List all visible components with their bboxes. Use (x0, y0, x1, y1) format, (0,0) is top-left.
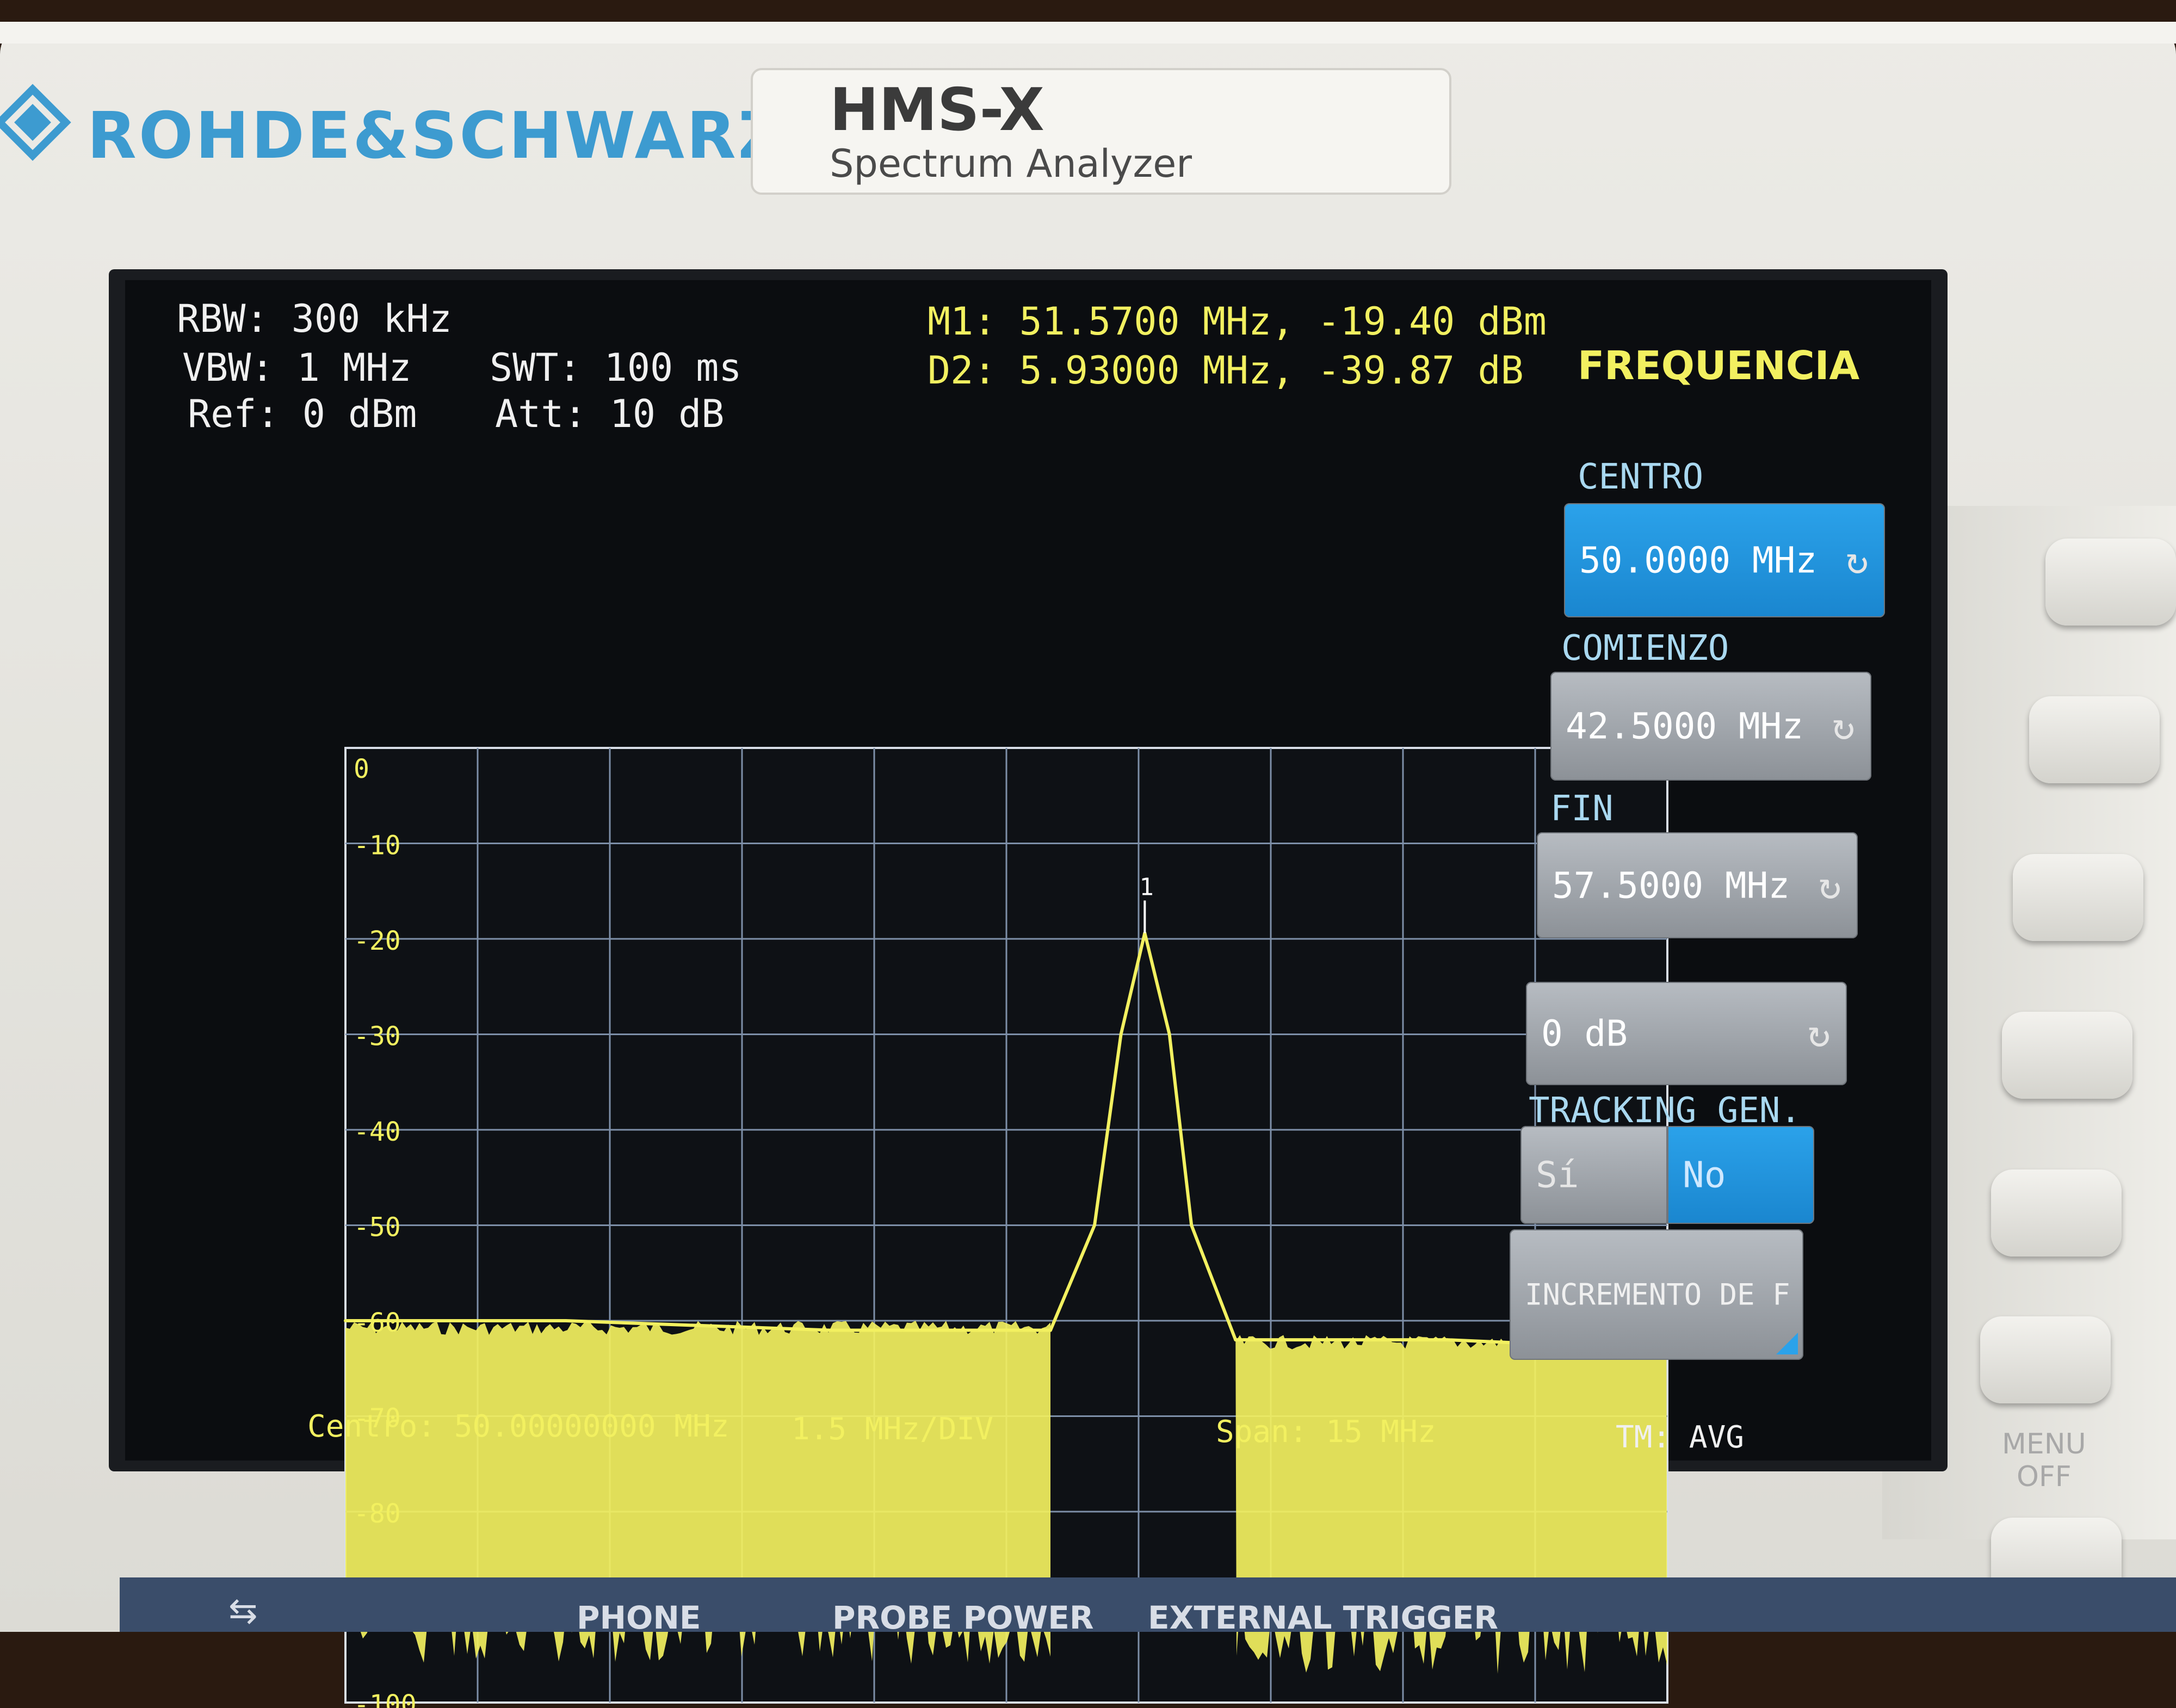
hardware-softkey-2[interactable] (2029, 696, 2160, 783)
stop-label: FIN (1550, 789, 1614, 829)
y-tick-label: -40 (354, 1117, 401, 1147)
menu-off-label: MENU OFF (2002, 1428, 2086, 1493)
offset-softkey[interactable]: 0 dB ↻ (1526, 982, 1847, 1085)
trace-point (1445, 1338, 1449, 1342)
rbw-readout: RBW: 300 kHz (177, 296, 452, 341)
trace-mode-footer: TM: AVG (1616, 1420, 1745, 1455)
hardware-softkey-6[interactable] (1980, 1316, 2111, 1403)
brand-name: ROHDE&SCHWARZ (87, 98, 787, 173)
trace-point (1093, 1223, 1096, 1227)
probe-power-label: PROBE POWER (832, 1599, 1094, 1636)
y-tick-label: -50 (354, 1212, 401, 1243)
center-frequency-softkey[interactable]: 50.0000 MHz ↻ (1564, 503, 1885, 617)
hardware-softkey-3[interactable] (2013, 854, 2143, 941)
marker-d2-readout: D2: 5.93000 MHz, -39.87 dB (928, 348, 1524, 393)
hardware-softkey-5[interactable] (1991, 1169, 2122, 1257)
frequency-increment-softkey[interactable]: INCREMENTO DE F (1510, 1229, 1803, 1360)
frequency-increment-label: INCREMENTO DE F (1525, 1277, 1790, 1312)
trace-point (564, 1319, 567, 1322)
menu-off-text: MENU OFF (2002, 1428, 2086, 1493)
y-tick-label: -100 (354, 1690, 417, 1708)
trace-point (344, 1319, 347, 1322)
y-tick-label: 0 (354, 754, 369, 784)
phone-label: PHONE (577, 1599, 701, 1636)
swt-readout: SWT: 100 ms (490, 345, 742, 390)
analyzer-screen: RBW: 300 kHz VBW: 1 MHz Ref: 0 dBm SWT: … (125, 280, 1931, 1708)
marker-m1-readout: M1: 51.5700 MHz, -19.40 dBm (928, 299, 1547, 344)
vbw-readout: VBW: 1 MHz (182, 345, 412, 390)
tracking-generator-label: TRACKING GEN. (1529, 1091, 1801, 1131)
center-frequency-value: 50.0000 MHz (1579, 539, 1818, 581)
stop-frequency-value: 57.5000 MHz (1552, 864, 1790, 906)
trace-point (1049, 1328, 1052, 1332)
marker-1-flag: 1 (1139, 873, 1154, 901)
external-trigger-label: EXTERNAL TRIGGER (1148, 1599, 1499, 1636)
rotary-knob-icon: ↻ (1818, 863, 1841, 908)
hardware-softkey-1[interactable] (2045, 539, 2176, 626)
trace-point (1234, 1338, 1238, 1342)
att-readout: Att: 10 dB (495, 392, 725, 436)
tracking-yes-option[interactable]: Sí (1520, 1126, 1667, 1224)
trace-point (1167, 1032, 1171, 1036)
start-label: COMIENZO (1561, 628, 1729, 669)
spectrum-plot: 0-10-20-30-40-50-60-70-80-90-100 12▸ (344, 747, 1669, 1708)
rotary-knob-icon: ↻ (1845, 538, 1869, 583)
start-frequency-value: 42.5000 MHz (1566, 705, 1804, 747)
rotary-knob-icon: ↻ (1807, 1011, 1831, 1056)
top-strip (0, 22, 2176, 44)
offset-value: 0 dB (1541, 1012, 1628, 1055)
center-label: CENTRO (1578, 457, 1704, 497)
ref-readout: Ref: 0 dBm (188, 392, 417, 436)
tracking-no-option[interactable]: No (1667, 1126, 1814, 1224)
y-tick-label: -10 (354, 831, 401, 861)
span-footer: Span: 15 MHz (1216, 1414, 1436, 1450)
center-frequency-footer: Centro: 50.00000000 MHz (307, 1409, 730, 1444)
tracking-yes-label: Sí (1536, 1154, 1579, 1196)
corner-indicator-icon (1776, 1333, 1798, 1354)
hardware-softkey-4[interactable] (2002, 1012, 2132, 1099)
trace-point (1190, 1223, 1194, 1227)
stop-frequency-softkey[interactable]: 57.5000 MHz ↻ (1537, 832, 1858, 938)
trace-point (829, 1328, 832, 1332)
start-frequency-softkey[interactable]: 42.5000 MHz ↻ (1550, 672, 1871, 781)
trace-point (1119, 1032, 1123, 1036)
y-tick-label: -20 (354, 926, 401, 956)
tracking-no-label: No (1683, 1154, 1726, 1196)
division-footer: 1.5 MHz/DIV (792, 1412, 993, 1447)
rotary-knob-icon: ↻ (1832, 704, 1855, 748)
model-subtitle: Spectrum Analyzer (830, 141, 1192, 186)
y-tick-label: -30 (354, 1022, 401, 1052)
model-name: HMS-X (830, 76, 1044, 144)
usb-icon: ⇆ (228, 1591, 258, 1631)
menu-title: FREQUENCIA (1578, 343, 1860, 388)
